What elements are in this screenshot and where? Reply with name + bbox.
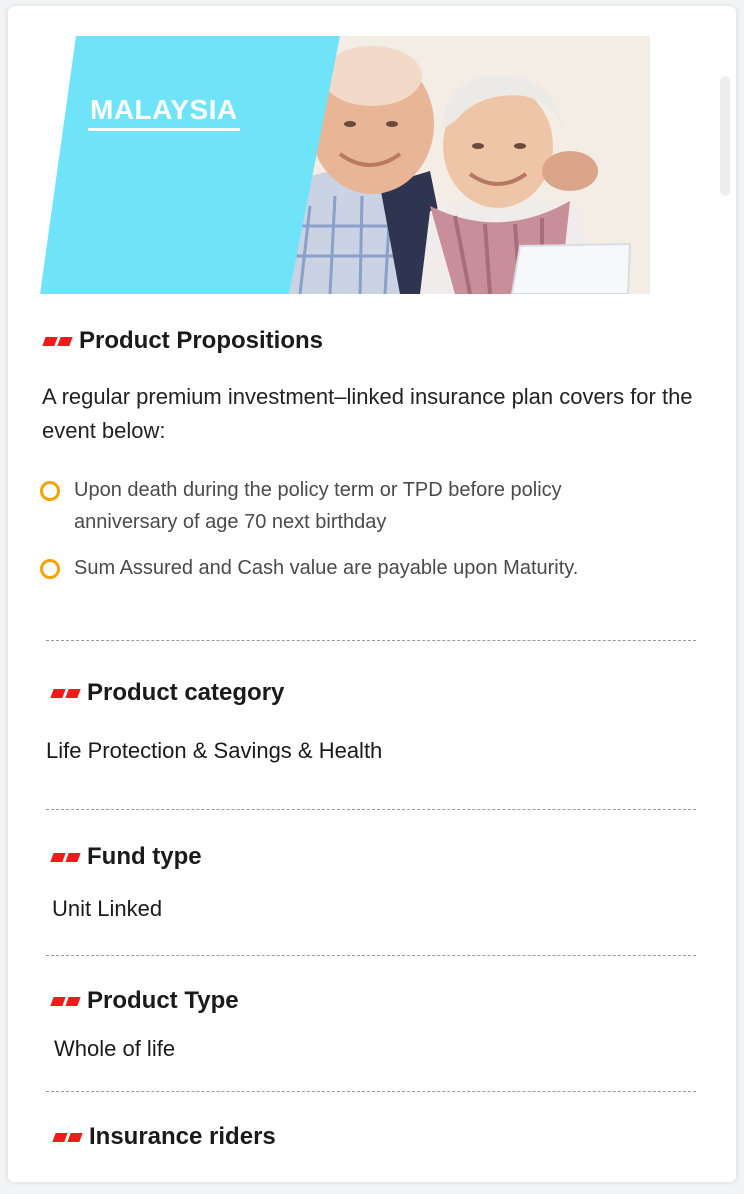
divider [46,1091,696,1092]
scrollbar[interactable] [720,76,730,196]
product-card: MALAYSIA Product Propositions A regular … [8,6,736,1182]
banner: MALAYSIA [40,36,650,294]
heading-bars-icon [52,1132,83,1142]
section-heading-fund-type: Fund type [50,843,202,871]
divider [46,955,696,956]
heading-bars-icon [50,996,81,1006]
product-type-value: Whole of life [54,1036,176,1061]
section-title: Fund type [87,843,202,870]
elderly-couple-image [280,36,650,294]
banner-title: MALAYSIA [88,94,240,131]
heading-bars-icon [50,688,81,698]
heading-bars-icon [50,852,81,862]
divider [46,640,696,641]
section-heading-category: Product category [50,679,285,707]
divider [46,809,696,810]
list-item: Upon death during the policy term or TPD… [40,474,640,538]
category-value: Life Protection & Savings & Health [46,738,383,763]
bullet-ring-icon [40,481,60,501]
fund-type-value: Unit Linked [52,896,163,921]
section-title: Product Propositions [79,327,324,354]
banner-photo [280,36,650,294]
section-title: Product category [87,679,285,706]
list-item-text: Sum Assured and Cash value are payable u… [74,557,579,579]
bullet-ring-icon [40,559,60,579]
list-item-text: Upon death during the policy term or TPD… [74,479,562,533]
section-heading-product-type: Product Type [50,987,239,1015]
heading-bars-icon [42,336,73,346]
section-title: Product Type [87,987,239,1014]
section-title: Insurance riders [89,1123,276,1150]
section-heading-propositions: Product Propositions [42,327,324,355]
section-heading-riders: Insurance riders [52,1123,276,1151]
propositions-intro: A regular premium investment–linked insu… [42,384,693,443]
banner-cyan-panel [40,36,340,294]
list-item: Sum Assured and Cash value are payable u… [40,552,700,584]
